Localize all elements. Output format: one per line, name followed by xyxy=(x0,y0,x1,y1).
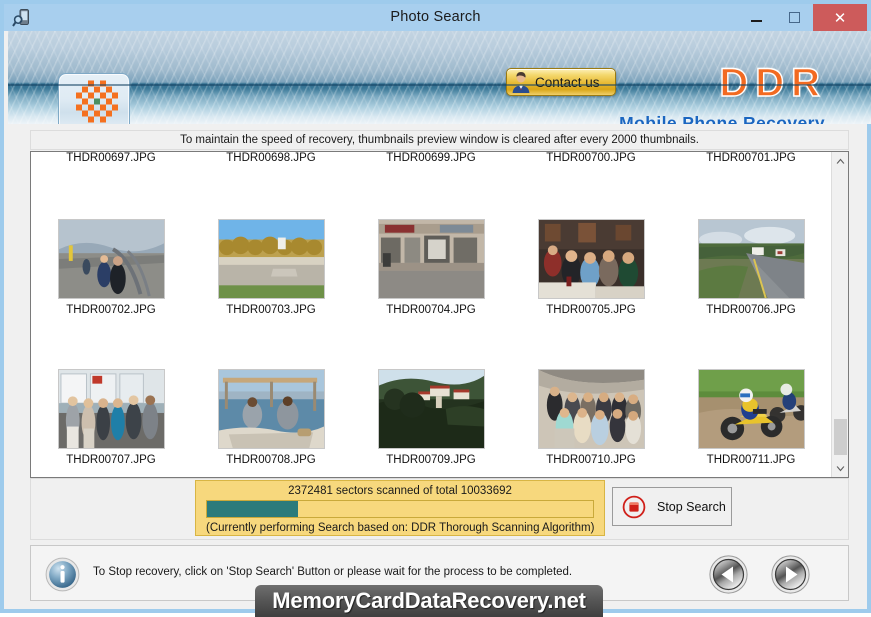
contact-us-label: Contact us xyxy=(535,74,600,90)
thumbnails-viewport: THDR00697.JPG THDR00698.JPG THDR00699.JPG T… xyxy=(31,152,831,477)
ddr-checker-flower-icon xyxy=(68,79,120,125)
stop-search-button[interactable]: Stop Search xyxy=(612,487,732,526)
scan-status-text: 2372481 sectors scanned of total 1003369… xyxy=(288,485,512,497)
previous-button[interactable] xyxy=(709,555,760,594)
scan-progress-bar xyxy=(206,500,594,518)
thumbnail-item[interactable]: THDR00706.JPG xyxy=(671,166,831,316)
stop-search-label: Stop Search xyxy=(657,499,726,514)
chevron-down-icon[interactable] xyxy=(832,460,849,477)
thumbnail-caption-1[interactable]: THDR00697.JPG xyxy=(31,152,191,166)
footer-message: To Stop recovery, click on 'Stop Search'… xyxy=(93,566,573,578)
thumbnail-filename: THDR00705.JPG xyxy=(546,304,636,316)
thumbnail-item[interactable]: THDR00710.JPG xyxy=(511,316,671,466)
window-frame: Photo Search ✕ Contact us DDR Mobile Pho… xyxy=(0,0,871,617)
thumbnail-filename: THDR00708.JPG xyxy=(226,454,316,466)
application-window: Photo Search ✕ Contact us DDR Mobile Pho… xyxy=(0,0,871,617)
thumbnail-caption-4[interactable]: THDR00700.JPG xyxy=(511,152,671,166)
thumbnail-item[interactable]: THDR00708.JPG xyxy=(191,316,351,466)
thumbnail-filename: THDR00699.JPG xyxy=(386,152,476,164)
thumbnail-image[interactable] xyxy=(697,369,805,449)
thumbnails-caption-row: THDR00697.JPG THDR00698.JPG THDR00699.JPG T… xyxy=(31,152,831,166)
thumbnail-filename: THDR00709.JPG xyxy=(386,454,476,466)
minimize-button[interactable] xyxy=(737,4,775,31)
thumbnails-scrollbar[interactable] xyxy=(831,152,848,477)
arrow-right-icon xyxy=(771,555,810,598)
scan-progress-box: 2372481 sectors scanned of total 1003369… xyxy=(195,480,605,536)
thumbnails-grid: THDR00702.JPG THDR00703.JPG THDR00704.JP… xyxy=(31,166,831,466)
thumbnail-notice: To maintain the speed of recovery, thumb… xyxy=(30,130,849,150)
chevron-up-icon[interactable] xyxy=(832,152,849,169)
thumbnail-image[interactable] xyxy=(217,369,325,449)
app-logo-tile xyxy=(58,73,130,124)
thumbnail-filename: THDR00711.JPG xyxy=(706,454,796,466)
thumbnail-filename: THDR00701.JPG xyxy=(706,152,796,164)
thumbnail-filename: THDR00698.JPG xyxy=(226,152,316,164)
thumbnail-image[interactable] xyxy=(697,219,805,299)
thumbnail-item[interactable]: THDR00704.JPG xyxy=(351,166,511,316)
thumbnail-image[interactable] xyxy=(57,369,165,449)
header-banner: Contact us DDR Mobile Phone Recovery xyxy=(8,31,871,124)
brand-logo: DDR xyxy=(719,60,827,105)
thumbnail-image[interactable] xyxy=(57,219,165,299)
thumbnail-filename: THDR00707.JPG xyxy=(66,454,156,466)
thumbnail-image[interactable] xyxy=(537,219,645,299)
maximize-icon xyxy=(788,12,800,23)
site-watermark: MemoryCardDataRecovery.net xyxy=(255,585,603,617)
close-button[interactable]: ✕ xyxy=(813,4,867,31)
scan-algorithm-note: (Currently performing Search based on: D… xyxy=(206,522,595,534)
thumbnail-image[interactable] xyxy=(537,369,645,449)
thumbnail-caption-5[interactable]: THDR00701.JPG xyxy=(671,152,831,166)
thumbnail-filename: THDR00700.JPG xyxy=(546,152,636,164)
thumbnail-item[interactable]: THDR00705.JPG xyxy=(511,166,671,316)
info-icon xyxy=(45,557,80,592)
thumbnail-filename: THDR00710.JPG xyxy=(546,454,636,466)
thumbnail-filename: THDR00697.JPG xyxy=(66,152,156,164)
thumbnail-image[interactable] xyxy=(217,219,325,299)
thumbnail-notice-text: To maintain the speed of recovery, thumb… xyxy=(180,134,699,146)
minimize-icon xyxy=(750,19,762,22)
thumbnail-image[interactable] xyxy=(377,369,485,449)
title-bar: Photo Search ✕ xyxy=(4,4,867,31)
thumbnail-filename: THDR00702.JPG xyxy=(66,304,156,316)
maximize-button[interactable] xyxy=(775,4,813,31)
thumbnail-caption-2[interactable]: THDR00698.JPG xyxy=(191,152,351,166)
next-button[interactable] xyxy=(771,555,822,594)
thumbnail-image[interactable] xyxy=(377,219,485,299)
scan-progress-fill xyxy=(207,501,299,517)
close-icon: ✕ xyxy=(833,9,847,27)
site-watermark-text: MemoryCardDataRecovery.net xyxy=(272,588,586,613)
thumbnail-item[interactable]: THDR00709.JPG xyxy=(351,316,511,466)
brand-subtitle: Mobile Phone Recovery xyxy=(619,113,825,124)
thumbnail-filename: THDR00704.JPG xyxy=(386,304,476,316)
thumbnail-filename: THDR00706.JPG xyxy=(706,304,796,316)
scrollbar-thumb[interactable] xyxy=(834,419,847,455)
stop-record-icon xyxy=(622,495,646,519)
thumbnails-panel: THDR00697.JPG THDR00698.JPG THDR00699.JPG T… xyxy=(30,151,849,478)
person-avatar-icon xyxy=(509,70,533,94)
thumbnail-filename: THDR00703.JPG xyxy=(226,304,316,316)
arrow-left-icon xyxy=(709,555,748,598)
thumbnail-caption-3[interactable]: THDR00699.JPG xyxy=(351,152,511,166)
thumbnail-item[interactable]: THDR00707.JPG xyxy=(31,316,191,466)
thumbnail-item[interactable]: THDR00711.JPG xyxy=(671,316,831,466)
contact-us-button[interactable]: Contact us xyxy=(506,68,616,96)
thumbnail-item[interactable]: THDR00703.JPG xyxy=(191,166,351,316)
thumbnail-item[interactable]: THDR00702.JPG xyxy=(31,166,191,316)
